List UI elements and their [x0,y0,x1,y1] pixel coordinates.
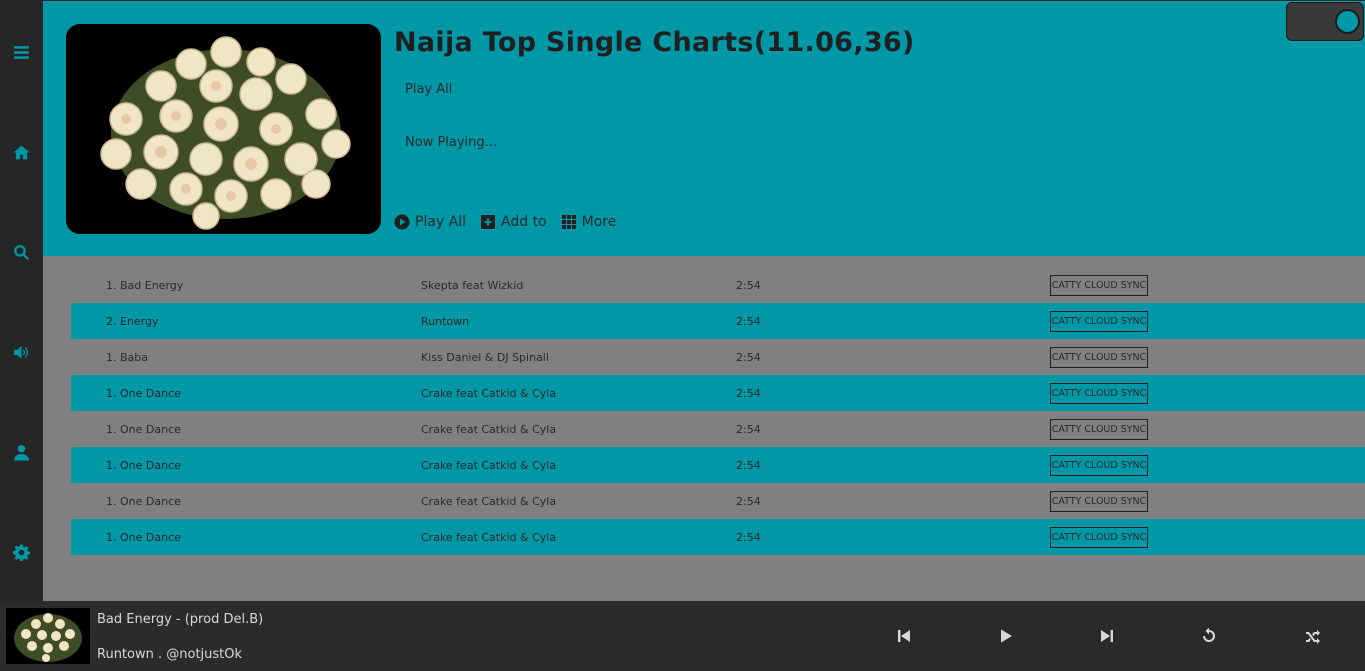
track-artist: Crake feat Catkid & Cyla [421,422,557,436]
playlist-actions: Play All Add to More [394,214,616,230]
playlist-title: Naija Top Single Charts(11.06,36) [394,27,915,58]
theme-toggle[interactable] [1286,2,1364,41]
playlist-header: Naija Top Single Charts(11.06,36) Play A… [43,0,1365,256]
track-duration: 2:54 [736,278,761,292]
track-artist: Kiss Daniel & DJ Spinall [421,350,549,364]
track-duration: 2:54 [736,530,761,544]
repeat-icon [1203,628,1215,642]
play-circle-icon [394,214,410,230]
next-button[interactable] [1094,623,1120,649]
track-artist: Skepta feat Wizkid [421,278,524,292]
menu-icon [14,45,29,59]
skip-forward-icon [1101,630,1113,642]
add-to-button[interactable]: Add to [480,214,547,230]
cloud-sync-button[interactable]: CATTY CLOUD SYNC [1050,491,1148,512]
track-artist: Runtown [421,314,470,328]
track-row[interactable]: 1. One Dance Crake feat Catkid & Cyla 2:… [71,375,1365,411]
cloud-sync-button[interactable]: CATTY CLOUD SYNC [1050,455,1148,476]
play-all-link[interactable]: Play All [405,82,452,97]
grid-icon [561,215,576,229]
track-row[interactable]: 1. One Dance Crake feat Catkid & Cyla 2:… [71,519,1365,555]
search-button[interactable] [0,237,43,267]
sidebar [0,0,43,601]
track-duration: 2:54 [736,350,761,364]
track-duration: 2:54 [736,458,761,472]
plus-square-icon [481,215,496,229]
player-bar: Bad Energy - (prod Del.B) Runtown . @not… [0,601,1365,671]
settings-button[interactable] [0,537,43,567]
shuffle-icon [1306,630,1320,644]
home-button[interactable] [0,137,43,167]
cloud-sync-button[interactable]: CATTY CLOUD SYNC [1050,347,1148,368]
now-playing-label: Now Playing... [405,135,498,150]
cloud-sync-button[interactable]: CATTY CLOUD SYNC [1050,383,1148,404]
track-duration: 2:54 [736,386,761,400]
track-title: 1. One Dance [106,530,181,544]
cloud-sync-button[interactable]: CATTY CLOUD SYNC [1050,275,1148,296]
skip-back-icon [898,630,910,642]
track-title: 1. One Dance [106,422,181,436]
cloud-sync-button[interactable]: CATTY CLOUD SYNC [1050,419,1148,440]
volume-button[interactable] [0,337,43,367]
track-title: 1. Baba [106,350,149,364]
track-artist: Crake feat Catkid & Cyla [421,494,557,508]
play-button[interactable] [993,623,1019,649]
track-title: 1. One Dance [106,458,181,472]
profile-button[interactable] [0,437,43,467]
track-duration: 2:54 [736,422,761,436]
menu-button[interactable] [0,37,43,67]
cloud-sync-button[interactable]: CATTY CLOUD SYNC [1050,527,1148,548]
play-all-button[interactable]: Play All [394,214,466,230]
track-artist: Crake feat Catkid & Cyla [421,458,557,472]
cloud-sync-button[interactable]: CATTY CLOUD SYNC [1050,311,1148,332]
shuffle-button[interactable] [1300,623,1326,649]
play-icon [1001,629,1012,643]
track-row[interactable]: 1. One Dance Crake feat Catkid & Cyla 2:… [71,411,1365,447]
previous-button[interactable] [891,623,917,649]
toggle-knob [1335,9,1360,34]
track-list: 1. Bad Energy Skepta feat Wizkid 2:54 CA… [71,267,1365,555]
more-label: More [581,214,617,230]
home-icon [13,145,30,159]
track-duration: 2:54 [736,494,761,508]
track-row[interactable]: 1. One Dance Crake feat Catkid & Cyla 2:… [71,483,1365,519]
track-title: 2. Energy [106,314,159,328]
track-title: 1. Bad Energy [106,278,184,292]
search-icon [14,244,29,260]
track-title: 1. One Dance [106,386,181,400]
track-artist: Crake feat Catkid & Cyla [421,386,557,400]
roses-cover-art [66,24,381,234]
play-all-label: Play All [415,214,467,230]
volume-icon [14,345,28,359]
track-row[interactable]: 1. Bad Energy Skepta feat Wizkid 2:54 CA… [71,267,1365,303]
track-row[interactable]: 1. One Dance Crake feat Catkid & Cyla 2:… [71,447,1365,483]
track-row[interactable]: 2. Energy Runtown 2:54 CATTY CLOUD SYNC [71,303,1365,339]
more-button[interactable]: More [561,214,617,230]
now-playing-thumbnail [6,608,90,664]
repeat-button[interactable] [1196,623,1222,649]
gear-icon [13,544,30,561]
playlist-cover-image [66,24,381,234]
add-to-label: Add to [501,214,547,230]
track-title: 1. One Dance [106,494,181,508]
now-playing-title: Bad Energy - (prod Del.B) [97,612,264,627]
roses-thumbnail-art [6,608,90,664]
track-artist: Crake feat Catkid & Cyla [421,530,557,544]
track-duration: 2:54 [736,314,761,328]
now-playing-artist: Runtown . @notjustOk [97,647,243,662]
user-icon [14,444,29,460]
track-row[interactable]: 1. Baba Kiss Daniel & DJ Spinall 2:54 CA… [71,339,1365,375]
